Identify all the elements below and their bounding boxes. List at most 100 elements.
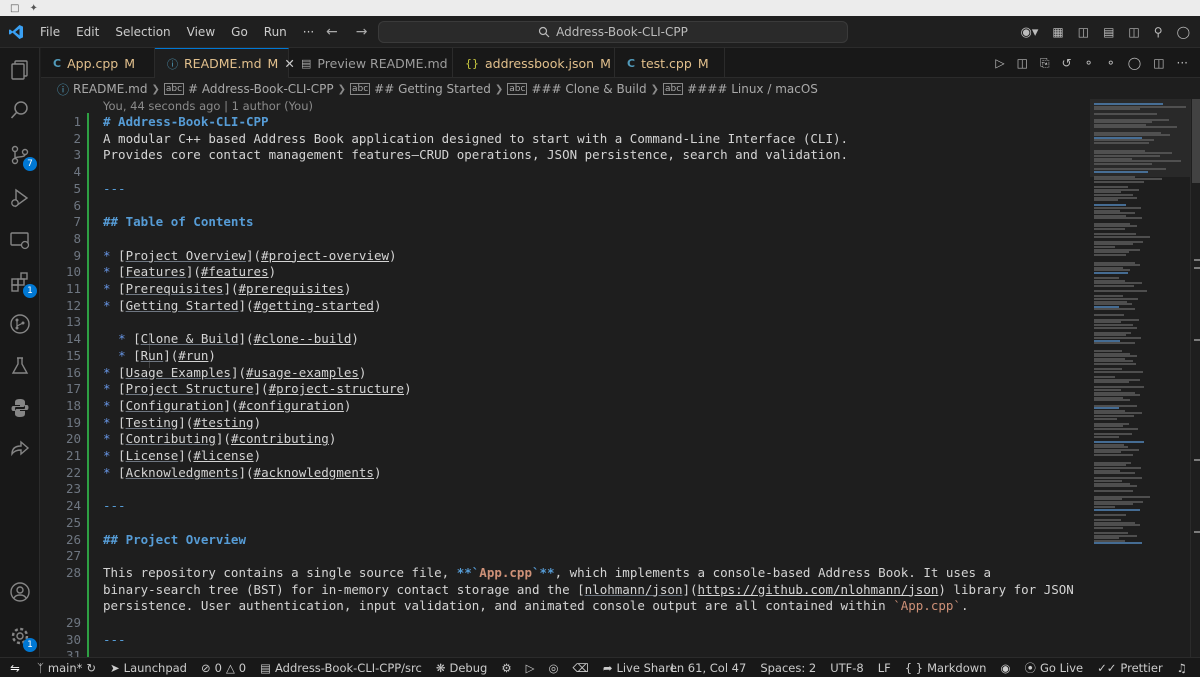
code-line[interactable]: 10 * [Features](#features) — [41, 263, 1090, 280]
indentation[interactable]: Spaces: 2 — [753, 661, 823, 675]
go-live-status[interactable]: ⦿ Go Live — [1018, 660, 1091, 676]
more-actions-icon[interactable]: ··· — [1177, 56, 1188, 70]
menu-selection[interactable]: Selection — [107, 21, 178, 43]
tab-addressbook-json[interactable]: {} addressbook.json M — [453, 48, 615, 78]
code-line[interactable]: 9 * [Project Overview](#project-overview) — [41, 247, 1090, 264]
search-icon[interactable]: ⚲ — [1154, 25, 1163, 39]
open-preview-icon[interactable]: ◫ — [1017, 56, 1028, 70]
launchpad-status[interactable]: ➤ Launchpad — [103, 661, 194, 675]
python-icon[interactable] — [8, 396, 32, 420]
code-line[interactable]: 11 * [Prerequisites](#prerequisites) — [41, 280, 1090, 297]
toggle-sidebar-icon[interactable]: ◫ — [1078, 25, 1089, 39]
folder-status[interactable]: ▤ Address-Book-CLI-CPP/src — [253, 661, 429, 675]
code-line[interactable]: 12 * [Getting Started](#getting-started) — [41, 297, 1090, 314]
code-line[interactable]: 27 — [41, 547, 1090, 564]
code-line[interactable]: 31 — [41, 647, 1090, 657]
notifications-bell-icon[interactable]: ♫ — [1170, 661, 1194, 675]
code-line[interactable]: persistence. User authentication, input … — [41, 597, 1090, 614]
menu-file[interactable]: File — [32, 21, 68, 43]
copy-path-icon[interactable]: ⎘ — [1040, 56, 1050, 71]
git-blame-codelens[interactable]: You, 44 seconds ago | 1 author (You) — [103, 99, 313, 113]
menu-edit[interactable]: Edit — [68, 21, 107, 43]
code-line[interactable]: 21 * [License](#license) — [41, 447, 1090, 464]
copilot-status-icon[interactable]: ◉ — [993, 661, 1017, 675]
code-line[interactable]: 26 ## Project Overview — [41, 531, 1090, 548]
minimap[interactable] — [1090, 99, 1190, 657]
source-control-icon[interactable]: 7 — [8, 143, 37, 171]
account-icon[interactable]: ◯ — [1177, 25, 1190, 39]
code-line[interactable]: 20 * [Contributing](#contributing) — [41, 430, 1090, 447]
live-share-icon[interactable] — [8, 438, 32, 462]
code-line[interactable]: 29 — [41, 614, 1090, 631]
code-line[interactable]: 16 * [Usage Examples](#usage-examples) — [41, 364, 1090, 381]
accounts-icon[interactable] — [8, 580, 32, 604]
code-line[interactable]: 5 --- — [41, 180, 1090, 197]
copilot-icon[interactable]: ◉▾ — [1021, 25, 1039, 40]
back-arrow-icon[interactable]: ← — [326, 24, 338, 40]
run-icon[interactable]: ▷ — [995, 56, 1004, 70]
code-line[interactable]: 19 * [Testing](#testing) — [41, 414, 1090, 431]
menu-run[interactable]: Run — [256, 21, 295, 43]
search-icon[interactable] — [8, 98, 32, 122]
layout-icon[interactable]: ▦ — [1052, 25, 1063, 39]
tab-test-cpp[interactable]: C test.cpp M — [615, 48, 725, 78]
remote-explorer-icon[interactable] — [8, 228, 32, 252]
menu-go[interactable]: Go — [223, 21, 256, 43]
breadcrumb-item[interactable]: ## Getting Started — [374, 82, 491, 96]
code-line[interactable]: 22 * [Acknowledgments](#acknowledgments) — [41, 464, 1090, 481]
breadcrumb-item[interactable]: ### Clone & Build — [531, 82, 646, 96]
testing-icon[interactable] — [8, 354, 32, 378]
breadcrumb-item[interactable]: README.md — [73, 82, 147, 96]
code-line[interactable]: 4 — [41, 163, 1090, 180]
manage-gear-icon[interactable]: 1 — [8, 624, 37, 652]
problems-status[interactable]: ⊘ 0 △ 0 — [194, 661, 253, 675]
menu-view[interactable]: View — [179, 21, 223, 43]
tab-preview-readme[interactable]: ▤ Preview README.md — [289, 48, 453, 78]
code-line[interactable]: 3 Provides core contact management featur… — [41, 146, 1090, 163]
cursor-position[interactable]: Ln 61, Col 47 — [663, 661, 753, 675]
branch-status[interactable]: ᛉ main* ↻ — [30, 661, 103, 675]
prettier-status[interactable]: ✓✓ Prettier — [1090, 661, 1170, 675]
debug-status[interactable]: ❋ Debug — [429, 661, 494, 675]
code-line[interactable]: 18 * [Configuration](#configuration) — [41, 397, 1090, 414]
explorer-icon[interactable] — [8, 58, 32, 82]
split-editor-icon[interactable]: ◫ — [1153, 56, 1164, 70]
code-line[interactable]: 6 — [41, 197, 1090, 214]
code-line[interactable]: 25 — [41, 514, 1090, 531]
toggle-panel-icon[interactable]: ▤ — [1103, 25, 1114, 39]
remote-indicator-icon[interactable]: ⇋ — [0, 658, 30, 677]
toggle-secondary-sidebar-icon[interactable]: ◫ — [1128, 25, 1139, 39]
code-line[interactable]: 13 — [41, 313, 1090, 330]
code-line[interactable]: 17 * [Project Structure](#project-structu… — [41, 380, 1090, 397]
code-line[interactable]: 15 * [Run](#run) — [41, 347, 1090, 364]
extensions-icon[interactable]: 1 — [8, 270, 37, 298]
menu-more[interactable]: ··· — [295, 21, 322, 43]
git-compare-icon[interactable]: ◯ — [1128, 56, 1141, 70]
compare-icon[interactable]: ↺ — [1062, 56, 1072, 70]
code-line[interactable]: 1 # Address-Book-CLI-CPP — [41, 113, 1090, 130]
code-line[interactable]: 24 --- — [41, 497, 1090, 514]
code-line[interactable]: binary-search tree (BST) for in-memory c… — [41, 581, 1090, 598]
forward-arrow-icon[interactable]: → — [356, 24, 368, 40]
code-line[interactable]: 28 This repository contains a single sour… — [41, 564, 1090, 581]
vertical-scrollbar[interactable] — [1190, 99, 1200, 657]
command-center-search[interactable]: Address-Book-CLI-CPP — [378, 21, 848, 43]
settings-gear-icon[interactable]: ⚙ — [494, 661, 518, 675]
git-next-change-icon[interactable]: ⚬ — [1106, 56, 1116, 70]
code-line[interactable]: 2 A modular C++ based Address Book applic… — [41, 130, 1090, 147]
trash-icon[interactable]: ⌫ — [566, 661, 596, 675]
tab-readme-md[interactable]: ⓘ README.md M ✕ — [155, 48, 295, 78]
code-line[interactable]: 23 — [41, 480, 1090, 497]
code-line[interactable]: 30 --- — [41, 631, 1090, 648]
test-icon[interactable]: ◎ — [542, 661, 566, 675]
git-prev-change-icon[interactable]: ⚬ — [1084, 56, 1094, 70]
run-debug-icon[interactable] — [8, 186, 32, 210]
git-graph-icon[interactable] — [8, 312, 32, 336]
breadcrumb-item[interactable]: #### Linux / macOS — [687, 82, 818, 96]
tab-app-cpp[interactable]: C App.cpp M — [41, 48, 155, 78]
run-play-icon[interactable]: ▷ — [519, 661, 542, 675]
code-line[interactable]: 7 ## Table of Contents — [41, 213, 1090, 230]
code-line[interactable]: 14 * [Clone & Build](#clone--build) — [41, 330, 1090, 347]
line-ending[interactable]: LF — [871, 661, 898, 675]
breadcrumb-item[interactable]: # Address-Book-CLI-CPP — [188, 82, 334, 96]
